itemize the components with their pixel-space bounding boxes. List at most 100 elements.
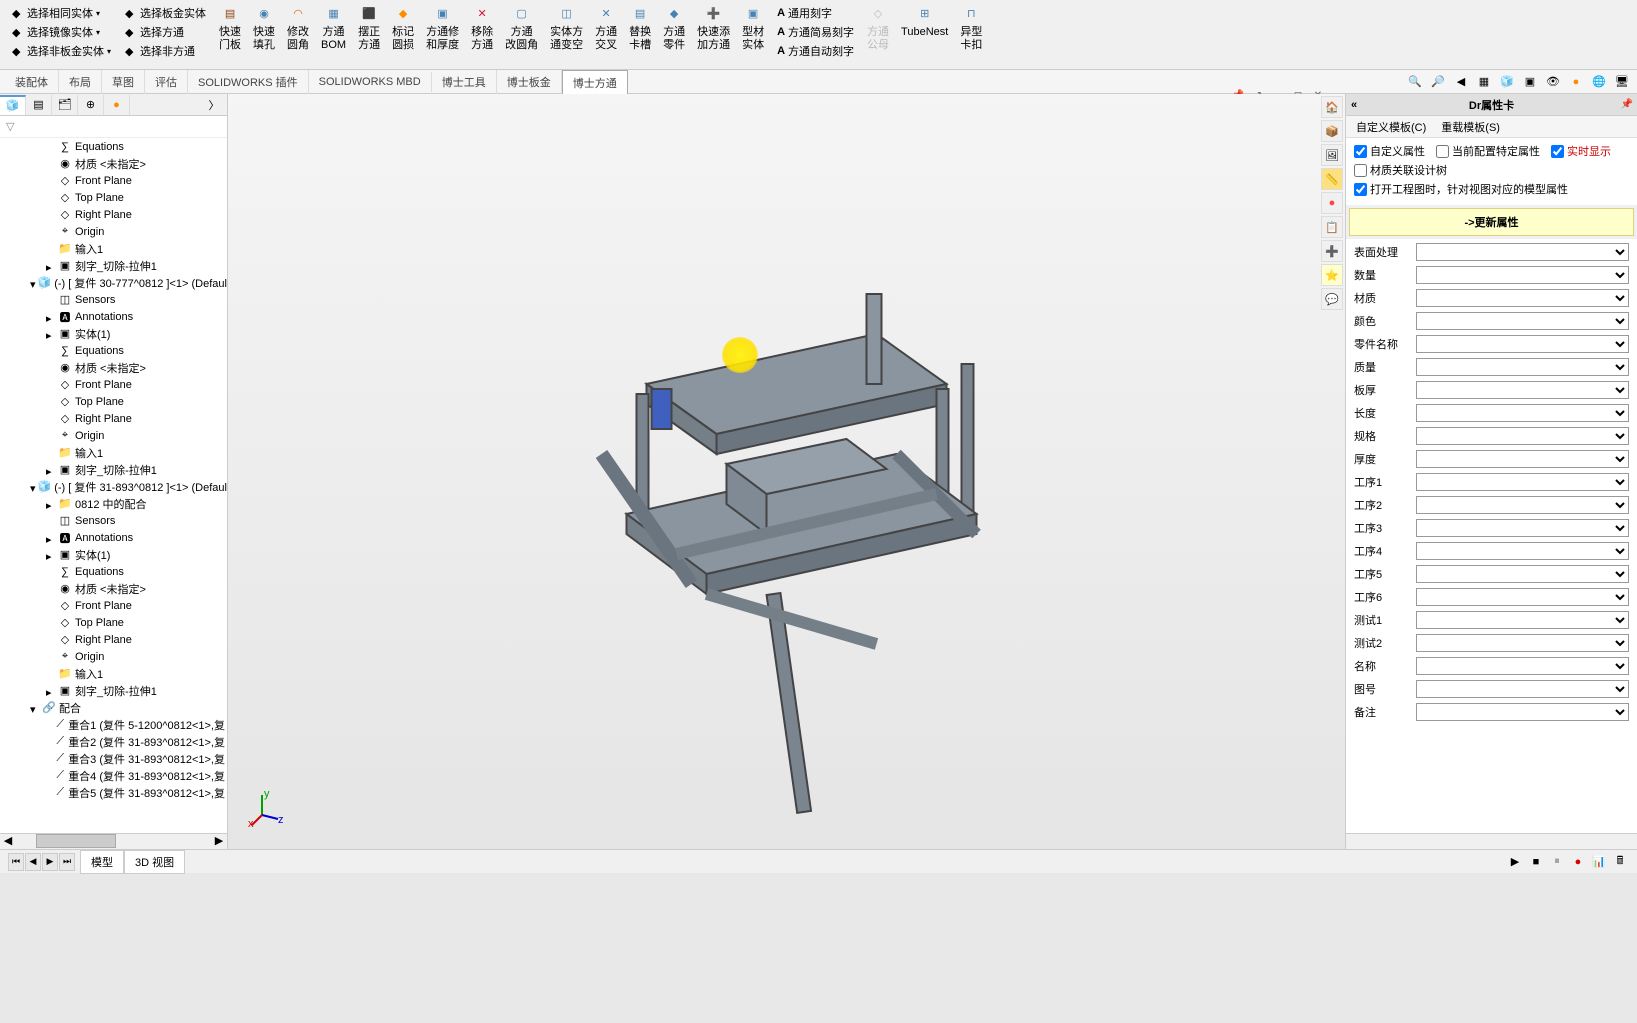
expand-icon[interactable]: ▸ [46,261,56,271]
tree-item[interactable]: ◇Front Plane [0,597,227,614]
zoom-fit-icon[interactable]: 🔍 [1405,72,1425,92]
custom-props-check[interactable]: 自定义属性 [1354,143,1425,159]
property-select[interactable] [1416,634,1629,652]
tree-item[interactable]: ◇Top Plane [0,189,227,206]
feature-tree-tab[interactable]: 🧊 [0,95,26,115]
mark-round-loss[interactable]: ◆标记圆损 [386,2,420,67]
zoom-area-icon[interactable]: 🔎 [1428,72,1448,92]
property-tab[interactable]: ▤ [26,95,52,115]
tab-assembly[interactable]: 装配体 [5,70,59,94]
tree-item[interactable]: ⟋重合5 (复件 31-893^0812<1>,复 [0,784,227,801]
tree-item[interactable]: ⟋重合3 (复件 31-893^0812<1>,复 [0,750,227,767]
expand-icon[interactable]: ▸ [46,329,56,339]
view-settings-icon[interactable]: 🖥 [1612,72,1632,92]
config-specific-check[interactable]: 当前配置特定属性 [1436,143,1540,159]
dim-tab[interactable]: ⊕ [78,95,104,115]
tube-change-fillet[interactable]: ▢方通改圆角 [499,2,544,67]
tube-simple-engrave[interactable]: A方通简易刻字 [775,23,856,41]
appearance-tab[interactable]: ● [104,95,130,115]
property-select[interactable] [1416,611,1629,629]
3d-viewport[interactable]: y z x 🏠 📦 🖼 📏 ● 📋 ➕ ⭐ 💬 [228,94,1345,849]
custom-template-menu[interactable]: 自定义模板(C) [1356,119,1426,134]
quick-door-panel[interactable]: ▤快速门板 [213,2,247,67]
model-tab[interactable]: 模型 [80,850,124,874]
property-select[interactable] [1416,243,1629,261]
panel-collapse-icon[interactable]: « [1351,99,1357,111]
tree-item[interactable]: ∑Equations [0,342,227,359]
tab-doctor-tools[interactable]: 博士工具 [432,70,497,94]
tree-item[interactable]: ▾🧊(-) [ 复件 31-893^0812 ]<1> (Defaul [0,478,227,495]
prev-view-icon[interactable]: ◀ [1451,72,1471,92]
tubenest[interactable]: ⊞TubeNest [895,2,954,67]
tab-sw-addins[interactable]: SOLIDWORKS 插件 [188,70,309,94]
expand-icon[interactable]: ▸ [46,686,56,696]
next-sheet-icon[interactable]: ▶ [42,853,58,871]
sidebar-expand[interactable]: 〉 [201,95,227,115]
record-icon[interactable]: ● [1569,853,1587,871]
pause-icon[interactable]: ⏸ [1548,853,1566,871]
tab-doctor-tube[interactable]: 博士方通 [562,70,628,96]
profile-body[interactable]: ▣型材实体 [736,2,770,67]
tree-item[interactable]: ◇Top Plane [0,393,227,410]
tree-item[interactable]: ▸🅰Annotations [0,529,227,546]
tree-item[interactable]: ▸📁0812 中的配合 [0,495,227,512]
expand-icon[interactable]: ▾ [30,278,36,288]
tree-item[interactable]: ▾🧊(-) [ 复件 30-777^0812 ]<1> (Defaul [0,274,227,291]
property-select[interactable] [1416,427,1629,445]
tab-layout[interactable]: 布局 [59,70,102,94]
quick-add-tube[interactable]: ➕快速添加方通 [691,2,736,67]
tree-item[interactable]: ∑Equations [0,138,227,155]
universal-engrave[interactable]: A通用刻字 [775,4,856,22]
play-icon[interactable]: ▶ [1506,853,1524,871]
property-select[interactable] [1416,565,1629,583]
tube-part[interactable]: ◆方通零件 [657,2,691,67]
reload-template-menu[interactable]: 重载模板(S) [1441,119,1500,134]
expand-icon[interactable]: ▸ [46,533,56,543]
realtime-display-check[interactable]: 实时显示 [1551,143,1611,159]
tube-male-female[interactable]: ◇方通公母 [861,2,895,67]
property-select[interactable] [1416,496,1629,514]
replace-slot[interactable]: ▤替换卡槽 [623,2,657,67]
property-select[interactable] [1416,703,1629,721]
tree-item[interactable]: ◇Right Plane [0,410,227,427]
tree-item[interactable]: ▸▣刻字_切除-拉伸1 [0,682,227,699]
expand-icon[interactable]: ▸ [46,550,56,560]
expand-icon[interactable]: ▾ [30,482,36,492]
property-select[interactable] [1416,381,1629,399]
task-expand-icon[interactable]: ➕ [1321,240,1343,262]
edit-appearance-icon[interactable]: ● [1566,72,1586,92]
panel-hscroll[interactable] [1346,833,1637,849]
select-non-sheetmetal[interactable]: ◆选择非板金实体▾ [10,42,113,60]
stop-icon[interactable]: ■ [1527,853,1545,871]
select-mirror-entity[interactable]: ◆选择镜像实体▾ [10,23,113,41]
task-appearance-icon[interactable]: ● [1321,192,1343,214]
task-properties-icon[interactable]: 📋 [1321,216,1343,238]
motion-study-icon[interactable]: 📊 [1590,853,1608,871]
prev-sheet-icon[interactable]: ◀ [25,853,41,871]
align-tube[interactable]: ⬛摆正方通 [352,2,386,67]
tree-item[interactable]: 📁输入1 [0,240,227,257]
tube-cross[interactable]: ✕方通交叉 [589,2,623,67]
first-sheet-icon[interactable]: ⏮ [8,853,24,871]
update-properties-button[interactable]: ->更新属性 [1349,208,1634,236]
task-design-icon[interactable]: 📦 [1321,120,1343,142]
solid-tube-hollow[interactable]: ◫实体方通变空 [544,2,589,67]
tab-doctor-sheetmetal[interactable]: 博士板金 [497,70,562,94]
tree-item[interactable]: 📁输入1 [0,444,227,461]
tree-item[interactable]: ◇Right Plane [0,206,227,223]
task-view-icon[interactable]: 🖼 [1321,144,1343,166]
property-select[interactable] [1416,473,1629,491]
task-star-icon[interactable]: ⭐ [1321,264,1343,286]
tree-item[interactable]: ▸▣刻字_切除-拉伸1 [0,461,227,478]
property-select[interactable] [1416,657,1629,675]
tree-item[interactable]: ◉材质 <未指定> [0,155,227,172]
tree-item[interactable]: ⌖Origin [0,427,227,444]
property-select[interactable] [1416,588,1629,606]
property-select[interactable] [1416,358,1629,376]
3d-view-tab[interactable]: 3D 视图 [124,850,185,874]
expand-icon[interactable]: ▸ [46,312,56,322]
tree-item[interactable]: ∑Equations [0,563,227,580]
tab-sketch[interactable]: 草图 [102,70,145,94]
task-forum-icon[interactable]: 💬 [1321,288,1343,310]
display-style-icon[interactable]: ▣ [1520,72,1540,92]
